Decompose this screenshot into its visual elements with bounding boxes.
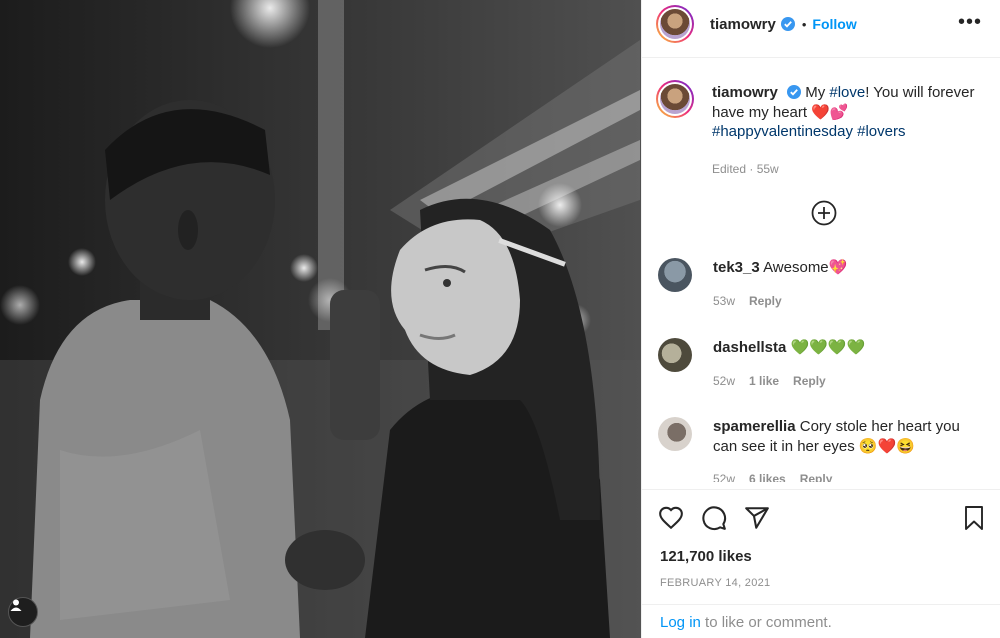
heart-icon[interactable] bbox=[658, 505, 684, 531]
comment-item: tek3_3 Awesome💖 53w Reply bbox=[658, 258, 988, 311]
reply-button[interactable]: Reply bbox=[749, 294, 782, 308]
comment-likes[interactable]: 6 likes bbox=[749, 472, 786, 482]
post-caption: tiamowry My #love! You will forever have… bbox=[656, 80, 986, 179]
hashtag-love[interactable]: #love bbox=[829, 84, 865, 101]
login-divider bbox=[642, 604, 1000, 605]
comment-item: dashellsta 💚💚💚💚 52w 1 like Reply bbox=[658, 338, 988, 391]
caption-hashtags[interactable]: #happyvalentinesday #lovers bbox=[712, 123, 905, 140]
photo-illustration bbox=[0, 0, 641, 638]
login-link[interactable]: Log in bbox=[660, 614, 701, 631]
actions-divider bbox=[642, 489, 1000, 490]
author-avatar[interactable] bbox=[656, 5, 694, 43]
comment-time: 52w bbox=[713, 472, 736, 482]
login-prompt: Log in to like or comment. bbox=[660, 614, 832, 631]
post-side-panel: tiamowry • Follow ••• tiamowry My #love!… bbox=[641, 0, 1000, 638]
comment-item: spamerellia Cory stole her heart you can… bbox=[658, 417, 988, 482]
verified-icon bbox=[787, 85, 802, 99]
add-comment-icon[interactable] bbox=[811, 200, 837, 226]
comment-avatar[interactable] bbox=[658, 417, 692, 451]
login-text: to like or comment. bbox=[700, 614, 832, 631]
follow-button[interactable]: Follow bbox=[812, 16, 856, 32]
likes-count[interactable]: 121,700 likes bbox=[660, 548, 752, 565]
comment-avatar[interactable] bbox=[658, 338, 692, 372]
comment-username[interactable]: tek3_3 bbox=[713, 259, 760, 276]
post-photo[interactable] bbox=[0, 0, 641, 638]
user-tag-icon[interactable] bbox=[8, 597, 38, 627]
reply-button[interactable]: Reply bbox=[800, 472, 833, 482]
caption-username[interactable]: tiamowry bbox=[712, 84, 778, 101]
caption-text: tiamowry My #love! You will forever have… bbox=[712, 83, 986, 179]
caption-emoji: ❤️💕 bbox=[811, 103, 849, 121]
bookmark-icon[interactable] bbox=[962, 505, 986, 531]
comment-text: Awesome💖 bbox=[763, 259, 848, 276]
caption-meta: Edited · 55w bbox=[712, 161, 779, 176]
comment-time: 53w bbox=[713, 293, 736, 308]
reply-button[interactable]: Reply bbox=[793, 374, 826, 388]
verified-icon bbox=[780, 17, 795, 31]
post-header: tiamowry • Follow bbox=[656, 2, 857, 46]
comment-avatar[interactable] bbox=[658, 258, 692, 292]
separator-dot: • bbox=[801, 16, 807, 32]
caption-avatar[interactable] bbox=[656, 80, 694, 118]
header-divider bbox=[642, 57, 1000, 58]
comment-username[interactable]: spamerellia bbox=[713, 418, 796, 435]
comment-time: 52w bbox=[713, 373, 736, 388]
comment-text: 💚💚💚💚 bbox=[790, 339, 866, 356]
post-actions bbox=[658, 505, 988, 531]
more-icon[interactable]: ••• bbox=[958, 12, 982, 32]
comment-username[interactable]: dashellsta bbox=[713, 339, 786, 356]
post-date: FEBRUARY 14, 2021 bbox=[660, 577, 771, 589]
comment-likes[interactable]: 1 like bbox=[749, 374, 779, 388]
comment-icon[interactable] bbox=[701, 505, 727, 531]
author-username[interactable]: tiamowry bbox=[710, 16, 776, 33]
instagram-post: tiamowry • Follow ••• tiamowry My #love!… bbox=[0, 0, 1000, 638]
share-icon[interactable] bbox=[744, 505, 770, 531]
caption-text-part: My bbox=[805, 84, 830, 101]
